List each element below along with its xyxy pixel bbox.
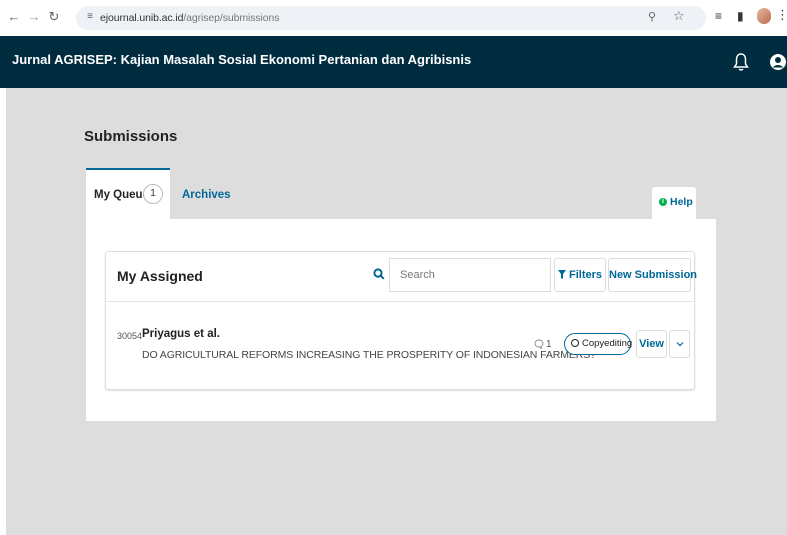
url-path: /agrisep/submissions bbox=[183, 12, 280, 24]
comment-count: 1 bbox=[546, 339, 552, 350]
reload-icon[interactable]: ↻ bbox=[46, 8, 62, 26]
profile-avatar[interactable] bbox=[757, 8, 771, 24]
submission-title: DO AGRICULTURAL REFORMS INCREASING THE P… bbox=[142, 349, 596, 361]
url-domain: ejournal.unib.ac.id bbox=[100, 12, 184, 24]
search-input[interactable] bbox=[389, 258, 551, 292]
chevron-down-icon bbox=[676, 342, 683, 347]
info-icon: i bbox=[659, 198, 667, 206]
more-vert-icon[interactable]: ⋮ bbox=[776, 7, 787, 23]
url-text: ejournal.unib.ac.id/agrisep/submissions bbox=[100, 11, 279, 25]
site-info-icon[interactable]: ≡ bbox=[84, 11, 96, 23]
address-bar[interactable]: ≡ ejournal.unib.ac.id/agrisep/submission… bbox=[76, 6, 706, 30]
browser-toolbar: ← → ↻ ≡ ejournal.unib.ac.id/agrisep/subm… bbox=[0, 0, 787, 36]
new-submission-button[interactable]: New Submission bbox=[608, 258, 697, 292]
expand-button[interactable] bbox=[669, 330, 690, 358]
filters-label: Filters bbox=[569, 269, 603, 281]
queue-count-badge: 1 bbox=[143, 184, 163, 204]
back-icon[interactable]: ← bbox=[6, 8, 22, 26]
tab-my-queue-label[interactable]: My Queue bbox=[94, 189, 149, 201]
page-title: Submissions bbox=[84, 128, 178, 145]
submission-author: Priyagus et al. bbox=[142, 328, 220, 340]
tab-archives[interactable]: Archives bbox=[182, 189, 231, 201]
stage-circle-icon bbox=[571, 339, 579, 347]
forward-icon[interactable]: → bbox=[26, 8, 42, 26]
side-panel-icon[interactable]: ▮ bbox=[737, 9, 744, 23]
view-button[interactable]: View bbox=[636, 330, 667, 358]
help-label[interactable]: Help bbox=[670, 196, 693, 208]
reading-list-icon[interactable]: ≡ bbox=[715, 9, 722, 23]
app-header: Jurnal AGRISEP: Kajian Masalah Sosial Ek… bbox=[0, 36, 787, 88]
zoom-icon[interactable]: ⚲ bbox=[648, 10, 656, 23]
user-icon[interactable] bbox=[769, 52, 787, 72]
comment-icon bbox=[534, 339, 544, 352]
search-icon bbox=[369, 261, 389, 289]
stage-badge[interactable]: Copyediting bbox=[564, 333, 633, 355]
stage-label: Copyediting bbox=[582, 338, 633, 349]
filters-button[interactable]: Filters bbox=[554, 258, 606, 292]
submission-id: 30054 bbox=[117, 331, 143, 341]
list-title: My Assigned bbox=[117, 268, 203, 284]
divider bbox=[105, 301, 695, 302]
journal-title[interactable]: Jurnal AGRISEP: Kajian Masalah Sosial Ek… bbox=[12, 52, 471, 67]
bell-icon[interactable] bbox=[733, 52, 749, 72]
filter-icon bbox=[557, 270, 566, 279]
star-icon[interactable]: ☆ bbox=[673, 8, 685, 24]
